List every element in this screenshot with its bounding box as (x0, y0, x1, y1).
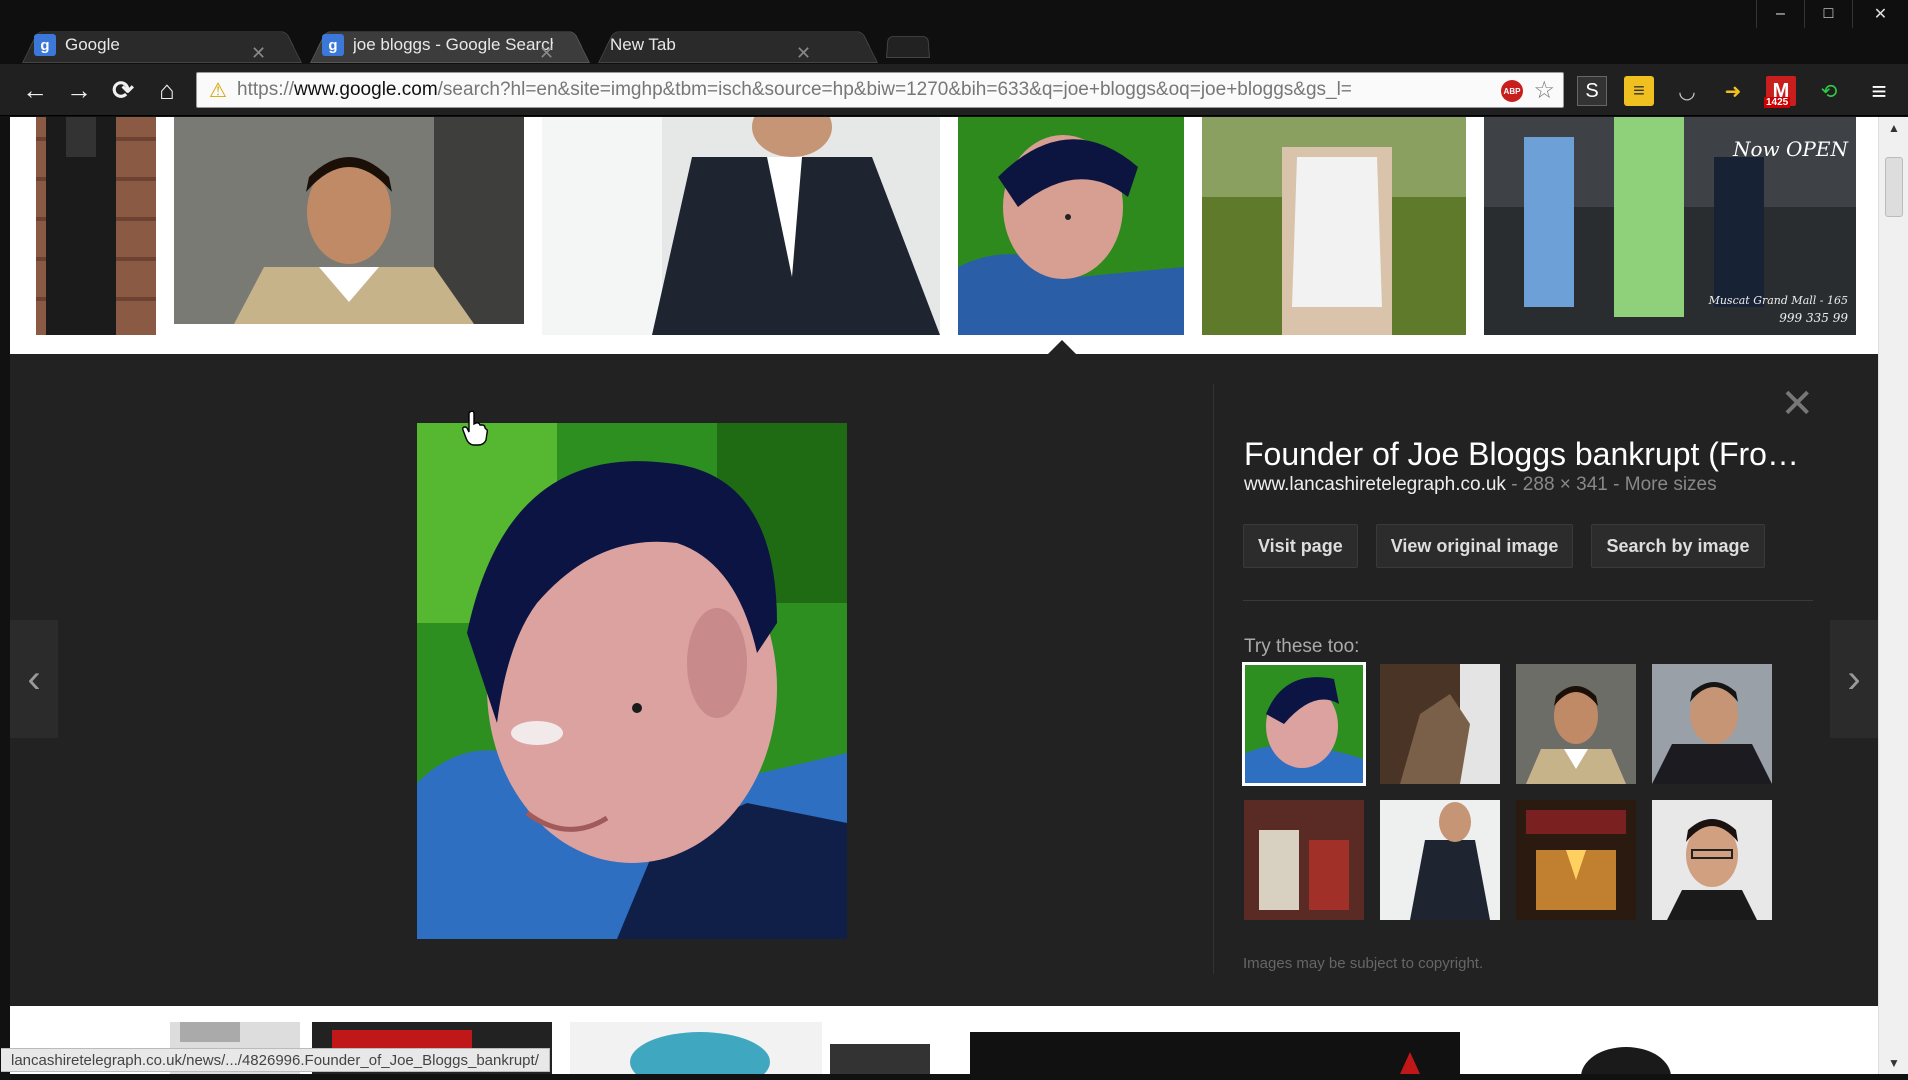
related-image[interactable] (1516, 800, 1636, 920)
tab-label: New Tab (610, 35, 676, 54)
result-thumbnail[interactable] (958, 117, 1184, 335)
image-dimensions: - 288 × 341 - (1505, 474, 1625, 495)
related-images-label: Try these too: (1244, 636, 1360, 657)
scrollbar-thumb[interactable] (1885, 157, 1903, 217)
result-thumbnail[interactable]: Now OPEN Muscat Grand Mall - 165 999 335… (1484, 117, 1856, 335)
related-image[interactable] (1244, 800, 1364, 920)
result-thumbnail[interactable] (174, 117, 524, 324)
gmail-checker-icon[interactable]: M 1425 (1764, 76, 1796, 108)
related-image[interactable] (1380, 800, 1500, 920)
extension-s-icon[interactable]: S (1577, 76, 1607, 106)
tab-close-icon[interactable]: ✕ (796, 43, 811, 64)
image-meta: www.lancashiretelegraph.co.uk - 288 × 34… (1244, 474, 1717, 496)
thumbnail-caption: 999 335 99 (1779, 311, 1848, 325)
view-original-image-button[interactable]: View original image (1375, 524, 1574, 568)
section-divider (1243, 600, 1813, 601)
new-tab-button[interactable] (886, 34, 930, 58)
google-favicon-icon: g (34, 34, 56, 56)
result-thumbnail[interactable] (542, 117, 940, 335)
home-button[interactable]: ⌂ (150, 74, 184, 106)
page-content: Now OPEN Muscat Grand Mall - 165 999 335… (10, 117, 1878, 1074)
result-thumbnail[interactable] (570, 1022, 822, 1074)
related-image[interactable] (1516, 664, 1636, 784)
security-warning-icon[interactable]: ⚠ (207, 79, 229, 102)
tab-label: joe bloggs - Google Search (353, 35, 553, 54)
url-text[interactable]: https://www.google.com/search?hl=en&site… (237, 79, 1507, 101)
tab-label: Google (65, 35, 120, 54)
previous-image-button[interactable]: ‹ (10, 620, 58, 738)
image-detail-panel: ‹ ✕ Founder of Joe Bloggs bankrupt (Fro…… (10, 354, 1878, 1006)
forward-button[interactable]: → (62, 74, 96, 106)
tab-google[interactable]: g Google ✕ (22, 27, 302, 63)
status-bar-url: lancashiretelegraph.co.uk/news/.../48269… (1, 1048, 550, 1072)
tab-new-tab[interactable]: New Tab ✕ (598, 27, 878, 63)
result-thumbnail[interactable] (830, 1044, 930, 1074)
menu-icon[interactable]: ≡ (1864, 76, 1894, 106)
mouse-pointer-hand-icon (462, 410, 489, 446)
extension-arrow-icon[interactable]: ➜ (1718, 76, 1748, 106)
pocket-icon[interactable]: ◡ (1672, 76, 1702, 106)
image-title[interactable]: Founder of Joe Bloggs bankrupt (Fro… (1244, 436, 1814, 473)
related-image[interactable] (1652, 800, 1772, 920)
scroll-down-icon[interactable]: ▼ (1879, 1052, 1908, 1074)
result-thumbnail[interactable] (36, 117, 156, 335)
window-controls: – □ ✕ (1756, 0, 1908, 28)
result-thumbnail[interactable] (970, 1032, 1460, 1074)
related-image[interactable] (1380, 664, 1500, 784)
adblock-icon[interactable]: ABP (1501, 80, 1523, 102)
thumbnail-caption: Now OPEN (1733, 137, 1848, 161)
chevron-right-icon: › (1847, 656, 1861, 701)
result-thumbnail[interactable] (1476, 1022, 1856, 1074)
chevron-left-icon: ‹ (27, 656, 41, 701)
tab-close-icon[interactable]: ✕ (251, 43, 266, 64)
result-thumbnail[interactable] (1202, 117, 1466, 335)
panel-divider (1213, 384, 1214, 974)
tab-close-icon[interactable]: ✕ (539, 43, 554, 64)
address-bar[interactable]: ⚠ https://www.google.com/search?hl=en&si… (196, 72, 1564, 108)
title-bar: g Google ✕ g joe bloggs - Google Search … (0, 0, 1908, 64)
related-image[interactable] (1652, 664, 1772, 784)
google-favicon-icon: g (322, 34, 344, 56)
preview-image[interactable] (417, 423, 847, 939)
maximize-button[interactable]: □ (1804, 0, 1852, 28)
extension-sync-icon[interactable]: ⟲ (1814, 76, 1844, 106)
reload-button[interactable]: ⟳ (106, 74, 140, 106)
close-window-button[interactable]: ✕ (1852, 0, 1908, 28)
back-button[interactable]: ← (18, 74, 52, 106)
scroll-up-icon[interactable]: ▲ (1879, 117, 1908, 139)
image-actions: Visit page View original image Search by… (1243, 524, 1765, 568)
search-by-image-button[interactable]: Search by image (1591, 524, 1765, 568)
close-panel-icon[interactable]: ✕ (1780, 384, 1814, 424)
page-scrollbar[interactable]: ▲ ▼ (1878, 117, 1908, 1074)
source-domain[interactable]: www.lancashiretelegraph.co.uk (1244, 474, 1506, 495)
minimize-button[interactable]: – (1756, 0, 1804, 28)
next-image-button[interactable]: › (1830, 620, 1878, 738)
gmail-count-badge: 1425 (1764, 97, 1791, 108)
more-sizes-link[interactable]: More sizes (1625, 474, 1717, 495)
browser-toolbar: ← → ⟳ ⌂ ⚠ https://www.google.com/search?… (0, 64, 1908, 116)
visit-page-button[interactable]: Visit page (1243, 524, 1358, 568)
thumbnail-caption: Muscat Grand Mall - 165 (1708, 294, 1848, 307)
bookmark-star-icon[interactable]: ☆ (1533, 76, 1555, 105)
copyright-notice: Images may be subject to copyright. (1243, 955, 1484, 972)
extension-notes-icon[interactable]: ≡ (1624, 76, 1654, 106)
related-image[interactable] (1242, 662, 1366, 786)
tab-joe-bloggs-search[interactable]: g joe bloggs - Google Search ✕ (310, 27, 590, 63)
